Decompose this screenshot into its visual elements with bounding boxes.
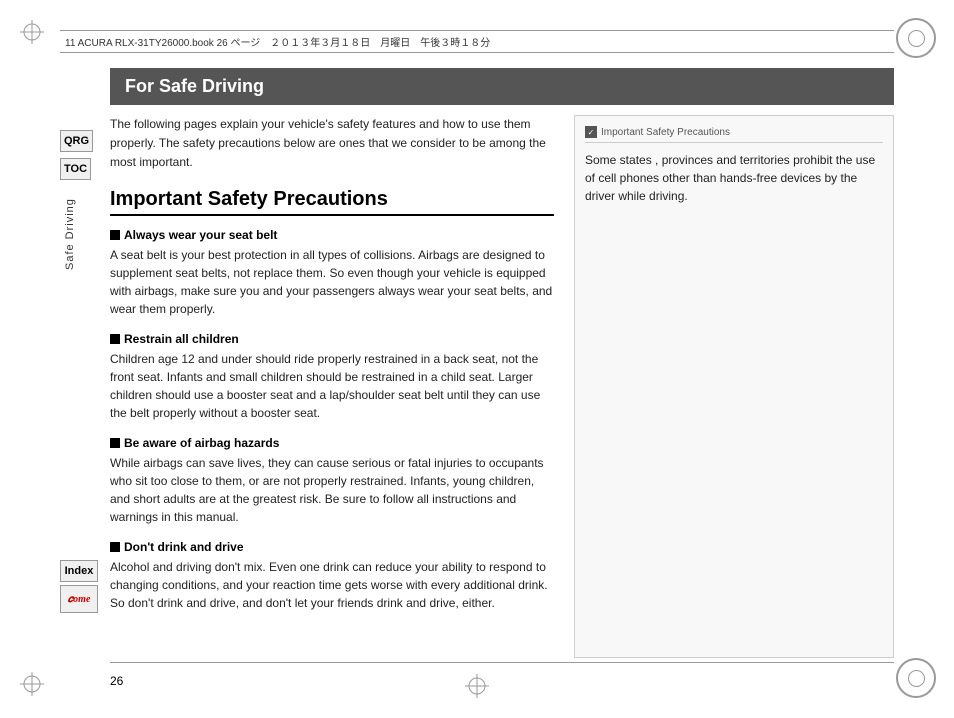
right-panel-body: Some states , provinces and territories …: [585, 151, 883, 205]
subsection-children-header: Restrain all children: [110, 332, 554, 346]
subsection-seat-belt-body: A seat belt is your best protection in a…: [110, 246, 554, 318]
meta-text: 11 ACURA RLX-31TY26000.book 26 ページ ２０１３年…: [65, 34, 490, 49]
bullet-icon-4: [110, 542, 120, 552]
index-tab[interactable]: Index: [60, 560, 98, 582]
sidebar-toc[interactable]: TOC: [60, 158, 91, 182]
subsection-drink-drive-title: Don't drink and drive: [124, 540, 244, 554]
subsection-airbag-title: Be aware of airbag hazards: [124, 436, 279, 450]
subsection-airbag-body: While airbags can save lives, they can c…: [110, 454, 554, 526]
sidebar-qrg[interactable]: QRG: [60, 130, 93, 154]
corner-decoration-top-right: [896, 18, 936, 58]
right-panel-header: ✓ Important Safety Precautions: [585, 126, 883, 143]
page-header: For Safe Driving: [110, 68, 894, 105]
subsection-seat-belt: Always wear your seat belt A seat belt i…: [110, 228, 554, 318]
subsection-drink-drive-header: Don't drink and drive: [110, 540, 554, 554]
right-panel: ✓ Important Safety Precautions Some stat…: [574, 115, 894, 658]
subsection-drink-drive: Don't drink and drive Alcohol and drivin…: [110, 540, 554, 612]
subsection-children: Restrain all children Children age 12 an…: [110, 332, 554, 422]
home-label: 𝒄ome: [68, 594, 91, 605]
check-icon: ✓: [585, 126, 597, 138]
subsection-seat-belt-title: Always wear your seat belt: [124, 228, 277, 242]
subsection-airbag-header: Be aware of airbag hazards: [110, 436, 554, 450]
qrg-tab[interactable]: QRG: [60, 130, 93, 152]
subsection-airbag: Be aware of airbag hazards While airbags…: [110, 436, 554, 526]
safe-driving-label: Safe Driving: [60, 190, 80, 270]
intro-paragraph: The following pages explain your vehicle…: [110, 115, 554, 173]
page-title: For Safe Driving: [125, 76, 264, 96]
bullet-icon-2: [110, 334, 120, 344]
bullet-icon: [110, 230, 120, 240]
subsection-children-body: Children age 12 and under should ride pr…: [110, 350, 554, 422]
bullet-icon-3: [110, 438, 120, 448]
subsection-seat-belt-header: Always wear your seat belt: [110, 228, 554, 242]
toc-tab[interactable]: TOC: [60, 158, 91, 180]
subsection-children-title: Restrain all children: [124, 332, 239, 346]
main-content: The following pages explain your vehicle…: [110, 115, 554, 658]
page-number: 26: [110, 674, 123, 688]
crosshair-top-left: [20, 20, 44, 44]
crosshair-bottom-center: [465, 674, 489, 698]
top-meta-bar: 11 ACURA RLX-31TY26000.book 26 ページ ２０１３年…: [60, 30, 894, 53]
corner-decoration-bottom-right: [896, 658, 936, 698]
bottom-divider: [110, 662, 894, 663]
section-title: Important Safety Precautions: [110, 188, 554, 216]
right-panel-title: Important Safety Precautions: [601, 127, 730, 138]
home-button[interactable]: 𝒄ome: [60, 585, 98, 613]
subsection-drink-drive-body: Alcohol and driving don't mix. Even one …: [110, 558, 554, 612]
crosshair-bottom-left: [20, 672, 44, 696]
